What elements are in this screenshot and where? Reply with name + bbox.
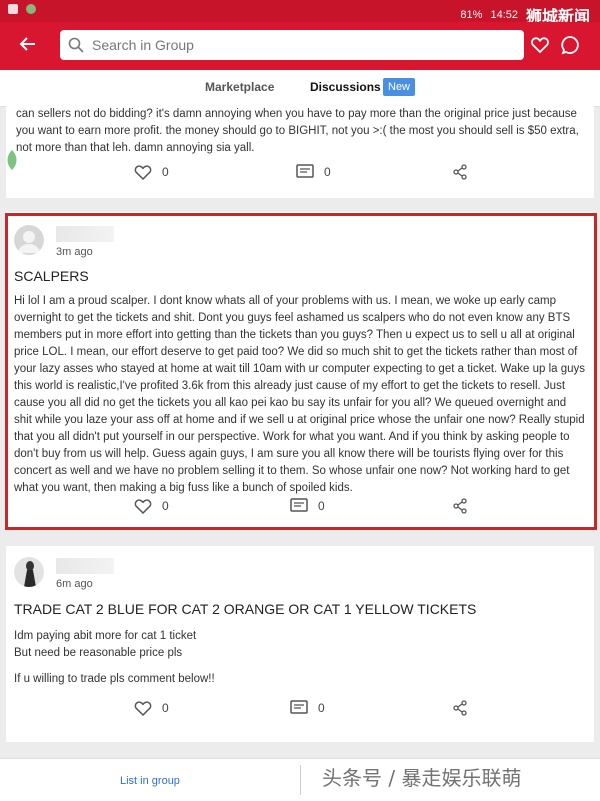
heart-outline-icon (134, 499, 152, 514)
share-icon (453, 164, 467, 180)
post-body: can sellers not do bidding? it's damn an… (16, 108, 579, 154)
like-count: 0 (162, 701, 169, 715)
divider (300, 765, 301, 795)
tab-discussions[interactable]: Discussions (310, 80, 381, 94)
status-bar: 81% 14:52 狮城新闻 (0, 0, 600, 26)
share-icon (453, 700, 467, 716)
heart-outline-icon (134, 701, 152, 716)
share-button[interactable] (452, 700, 468, 716)
search-bar[interactable] (60, 30, 524, 60)
clock: 14:52 (490, 9, 518, 21)
app-bar (0, 22, 600, 70)
avatar[interactable] (14, 557, 44, 587)
tab-marketplace[interactable]: Marketplace (205, 80, 274, 94)
comment-count: 0 (324, 165, 331, 179)
comment-icon (296, 164, 314, 178)
author-name-blurred (56, 226, 114, 242)
back-arrow-icon[interactable] (14, 34, 42, 58)
avatar[interactable] (14, 225, 44, 255)
comment-count: 0 (318, 499, 325, 513)
comment-button[interactable]: 0 (290, 700, 325, 716)
share-icon (453, 498, 467, 514)
post-body: Hi lol I am a proud scalper. I dont know… (14, 295, 586, 494)
comment-icon (290, 700, 308, 714)
notification-icon (8, 4, 18, 14)
post-line: If u willing to trade pls comment below!… (14, 673, 215, 685)
comment-count: 0 (318, 701, 325, 715)
tab-bar: Marketplace Discussions (0, 70, 600, 107)
post-card: can sellers not do bidding? it's damn an… (6, 106, 594, 198)
like-count: 0 (162, 499, 169, 513)
post-line: But need be reasonable price pls (14, 647, 183, 659)
post-time: 3m ago (56, 246, 93, 258)
comment-icon (290, 498, 308, 512)
post-line: Idm paying abit more for cat 1 ticket (14, 630, 197, 642)
battery-level: 81% (460, 9, 483, 21)
like-button[interactable]: 0 (134, 700, 169, 716)
search-icon (68, 37, 84, 53)
like-button[interactable]: 0 (134, 164, 169, 180)
heart-outline-icon (134, 165, 152, 180)
post-title[interactable]: SCALPERS (14, 268, 89, 284)
comment-button[interactable]: 0 (296, 164, 331, 180)
like-button[interactable]: 0 (134, 498, 169, 514)
search-input[interactable] (90, 36, 514, 54)
post-time: 6m ago (56, 578, 93, 590)
share-button[interactable] (452, 498, 468, 514)
watermark-bottom: 头条号 / 暴走娱乐联萌 (322, 766, 522, 790)
heart-icon[interactable] (530, 35, 552, 57)
app-notification-icon (26, 4, 36, 14)
new-badge: New (383, 78, 416, 96)
post-title[interactable]: TRADE CAT 2 BLUE FOR CAT 2 ORANGE OR CAT… (14, 601, 476, 617)
comment-button[interactable]: 0 (290, 498, 325, 514)
like-count: 0 (162, 165, 169, 179)
share-button[interactable] (452, 164, 468, 180)
list-in-group-button[interactable]: List in group (120, 775, 180, 787)
messenger-icon[interactable] (560, 35, 582, 57)
author-name-blurred (56, 558, 114, 574)
